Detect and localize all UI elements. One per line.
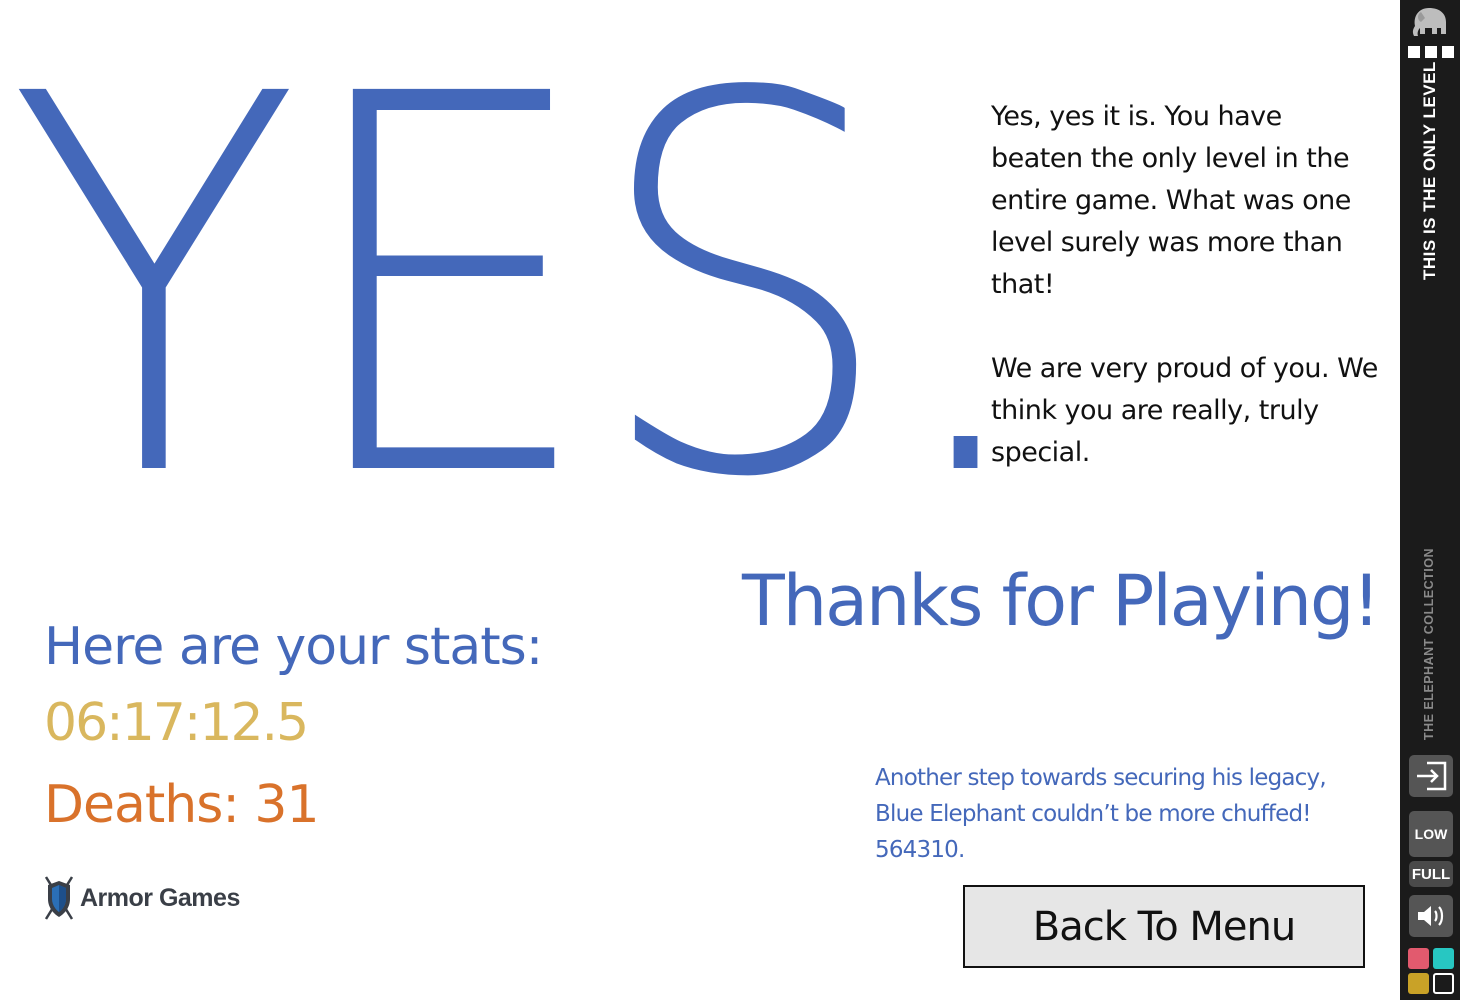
low-quality-label: LOW bbox=[1414, 826, 1448, 842]
sidebar-game-title: THIS IS THE ONLY LEVEL bbox=[1420, 61, 1439, 280]
sidebar: THIS IS THE ONLY LEVEL THE ELEPHANT COLL… bbox=[1400, 0, 1460, 1000]
exit-icon bbox=[1417, 761, 1447, 791]
armor-shield-icon bbox=[44, 876, 74, 920]
elephant-logo-icon[interactable] bbox=[1409, 4, 1451, 38]
legacy-line-1: Another step towards securing his legacy… bbox=[875, 765, 1327, 791]
back-to-menu-button[interactable]: Back To Menu bbox=[963, 885, 1365, 968]
color-swatch-gold[interactable] bbox=[1408, 973, 1429, 994]
victory-message: Yes, yes it is. You have beaten the only… bbox=[991, 96, 1381, 516]
color-swatch-cyan[interactable] bbox=[1433, 948, 1454, 969]
message-paragraph-2: We are very proud of you. We think you a… bbox=[991, 353, 1378, 468]
exit-button[interactable] bbox=[1409, 755, 1453, 797]
fullscreen-button[interactable]: FULL bbox=[1409, 861, 1453, 887]
stats-time: 06:17:12.5 bbox=[44, 693, 309, 753]
game-screen: YES. Yes, yes it is. You have beaten the… bbox=[0, 0, 1400, 1000]
sidebar-collection-label: THE ELEPHANT COLLECTION bbox=[1422, 548, 1436, 741]
legacy-line-2: Blue Elephant couldn’t be more chuffed! bbox=[875, 801, 1311, 827]
thanks-heading: Thanks for Playing! bbox=[742, 560, 1380, 642]
sponsor-name: Armor Games bbox=[80, 883, 240, 912]
fullscreen-label: FULL bbox=[1411, 865, 1451, 883]
armor-games-logo[interactable]: Armor Games bbox=[42, 872, 240, 924]
stats-heading: Here are your stats: bbox=[44, 617, 543, 677]
low-quality-button[interactable]: LOW bbox=[1409, 811, 1453, 857]
speaker-icon bbox=[1418, 906, 1444, 926]
yes-headline: YES. bbox=[8, 0, 1042, 591]
menu-squares-icon[interactable] bbox=[1408, 46, 1454, 58]
stats-deaths: Deaths: 31 bbox=[44, 775, 320, 835]
color-swatch-pink[interactable] bbox=[1408, 948, 1429, 969]
message-paragraph-1: Yes, yes it is. You have beaten the only… bbox=[991, 101, 1351, 300]
color-swatch-dark[interactable] bbox=[1433, 973, 1454, 994]
legacy-message: Another step towards securing his legacy… bbox=[875, 760, 1375, 868]
legacy-line-3: 564310. bbox=[875, 837, 965, 863]
sound-toggle-button[interactable] bbox=[1409, 895, 1453, 937]
color-theme-picker[interactable] bbox=[1408, 948, 1456, 996]
